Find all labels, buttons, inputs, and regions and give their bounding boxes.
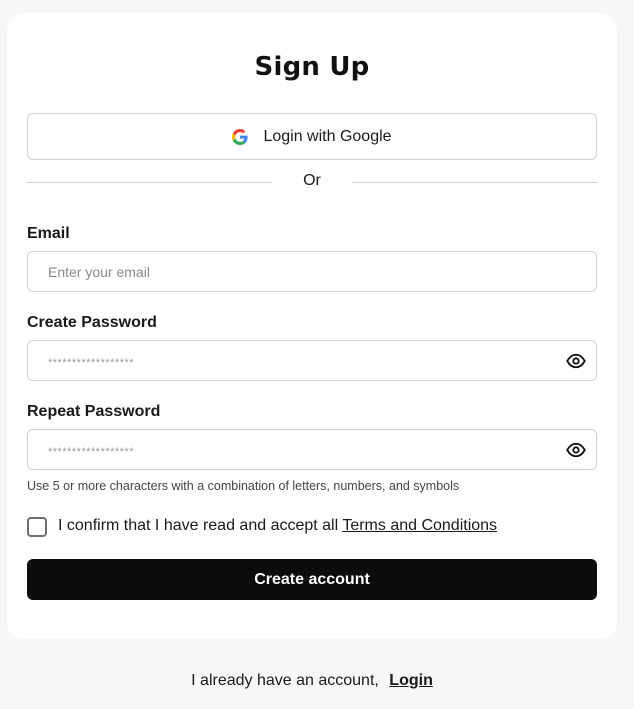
google-icon: [232, 128, 249, 145]
confirm-label: I confirm that I have read and accept al…: [58, 516, 497, 536]
login-with-google-button[interactable]: Login with Google: [27, 113, 597, 160]
terms-link[interactable]: Terms and Conditions: [342, 517, 497, 534]
footer: I already have an account, Login: [0, 671, 624, 691]
email-field-box: [27, 251, 597, 292]
confirm-text: I confirm that I have read and accept al…: [58, 517, 339, 534]
repeat-password-box: [27, 429, 597, 470]
terms-checkbox[interactable]: [27, 517, 47, 537]
create-password-box: [27, 340, 597, 381]
page-title: Sign Up: [254, 52, 370, 82]
email-label: Email: [27, 225, 70, 242]
create-account-button[interactable]: Create account: [27, 559, 597, 600]
repeat-password-label: Repeat Password: [27, 403, 161, 420]
divider-line-right: [352, 182, 597, 183]
divider-line-left: [27, 182, 272, 183]
google-button-label: Login with Google: [263, 127, 392, 145]
divider-text: Or: [303, 172, 321, 189]
eye-icon[interactable]: [566, 351, 586, 371]
create-password-label: Create Password: [27, 314, 157, 331]
footer-text: I already have an account,: [191, 672, 379, 689]
create-password-field[interactable]: [28, 341, 548, 380]
repeat-password-field[interactable]: [28, 430, 548, 469]
password-hint: Use 5 or more characters with a combinat…: [27, 479, 460, 493]
email-field[interactable]: [28, 252, 548, 291]
eye-icon[interactable]: [566, 440, 586, 460]
login-link[interactable]: Login: [389, 672, 433, 689]
